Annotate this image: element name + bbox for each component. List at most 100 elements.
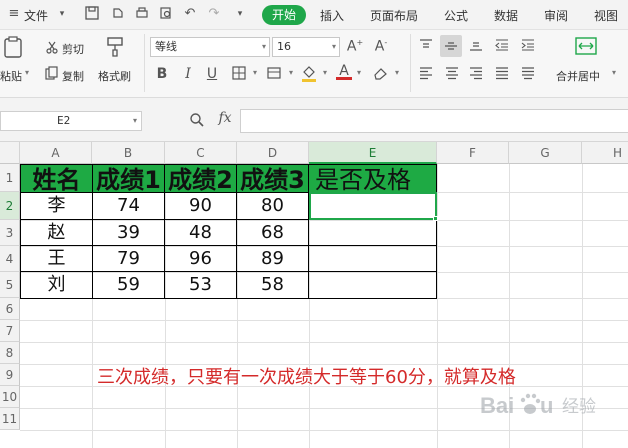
align-middle-icon[interactable] <box>440 35 462 57</box>
cell-b1[interactable]: 成绩1 <box>93 164 165 193</box>
undo-icon[interactable]: ↶ <box>182 6 198 22</box>
cell-a5[interactable]: 刘 <box>20 272 93 299</box>
cell-d3[interactable]: 68 <box>237 220 309 246</box>
cell-d1[interactable]: 成绩3 <box>237 164 309 193</box>
chevron-down-icon[interactable]: ▾ <box>262 38 266 56</box>
select-all-corner[interactable] <box>0 142 20 164</box>
chevron-down-icon[interactable]: ▾ <box>612 68 616 77</box>
cell-e5[interactable] <box>309 272 437 299</box>
column-header-e[interactable]: E <box>309 142 437 164</box>
chevron-down-icon[interactable]: ▾ <box>232 6 248 22</box>
increase-font-icon[interactable]: A+ <box>346 38 364 55</box>
copy-icon[interactable] <box>44 66 60 82</box>
print-icon[interactable] <box>134 6 150 22</box>
chevron-down-icon[interactable]: ▾ <box>250 68 260 77</box>
fill-color-icon[interactable] <box>300 64 318 84</box>
chevron-down-icon[interactable]: ▾ <box>286 68 296 77</box>
column-header-a[interactable]: A <box>20 142 92 164</box>
cell-style-icon[interactable] <box>266 66 282 82</box>
zoom-icon[interactable] <box>188 112 206 130</box>
distributed-align-icon[interactable] <box>520 66 536 82</box>
chevron-down-icon[interactable]: ▾ <box>133 112 137 130</box>
cell-b4[interactable]: 79 <box>93 246 165 272</box>
cell-d2[interactable]: 80 <box>237 193 309 220</box>
save-icon[interactable] <box>84 6 100 22</box>
decrease-font-icon[interactable]: A- <box>372 38 390 55</box>
align-left-icon[interactable] <box>418 66 434 82</box>
align-bottom-icon[interactable] <box>468 38 484 54</box>
name-box[interactable]: E2 ▾ <box>0 111 142 131</box>
row-header-4[interactable]: 4 <box>0 246 20 272</box>
cell-c2[interactable]: 90 <box>165 193 237 220</box>
cell-a1[interactable]: 姓名 <box>20 164 93 193</box>
print-preview-icon[interactable] <box>158 6 174 22</box>
cell-e1[interactable]: 是否及格 <box>309 164 437 193</box>
tab-page-layout[interactable]: 页面布局 <box>370 7 418 24</box>
column-header-c[interactable]: C <box>165 142 237 164</box>
column-header-h[interactable]: H <box>582 142 628 164</box>
merge-center-button[interactable]: 合并居中 <box>556 68 600 84</box>
fx-icon[interactable]: fx <box>214 110 236 126</box>
tab-home[interactable]: 开始 <box>262 5 306 25</box>
cell-d4[interactable]: 89 <box>237 246 309 272</box>
copy-button[interactable]: 复制 <box>62 68 84 84</box>
tab-formulas[interactable]: 公式 <box>444 7 468 24</box>
chevron-down-icon[interactable]: ▾ <box>354 68 364 77</box>
underline-icon[interactable]: U <box>204 66 220 82</box>
align-right-icon[interactable] <box>468 66 484 82</box>
row-header-6[interactable]: 6 <box>0 298 20 320</box>
row-header-8[interactable]: 8 <box>0 342 20 364</box>
cell-b2[interactable]: 74 <box>93 193 165 220</box>
tab-data[interactable]: 数据 <box>494 7 518 24</box>
align-center-icon[interactable] <box>444 66 460 82</box>
borders-icon[interactable] <box>230 66 248 82</box>
italic-icon[interactable]: I <box>180 66 196 82</box>
paste-icon[interactable] <box>2 36 24 60</box>
column-header-b[interactable]: B <box>92 142 165 164</box>
active-cell-selection[interactable] <box>309 192 437 220</box>
cut-button[interactable]: 剪切 <box>62 41 84 57</box>
row-header-5[interactable]: 5 <box>0 272 20 298</box>
row-header-9[interactable]: 9 <box>0 364 20 386</box>
cell-b3[interactable]: 39 <box>93 220 165 246</box>
cell-e3[interactable] <box>309 220 437 246</box>
row-header-2[interactable]: 2 <box>0 192 20 220</box>
cell-a3[interactable]: 赵 <box>20 220 93 246</box>
column-header-g[interactable]: G <box>509 142 582 164</box>
cell-a2[interactable]: 李 <box>20 193 93 220</box>
row-header-7[interactable]: 7 <box>0 320 20 342</box>
cell-e4[interactable] <box>309 246 437 272</box>
align-top-icon[interactable] <box>418 38 434 54</box>
cell-c1[interactable]: 成绩2 <box>165 164 237 193</box>
format-painter-button[interactable]: 格式刷 <box>98 68 131 84</box>
chevron-down-icon[interactable]: ▾ <box>25 68 29 77</box>
cell-c3[interactable]: 48 <box>165 220 237 246</box>
row-header-10[interactable]: 10 <box>0 386 20 408</box>
menu-file[interactable]: 文件 <box>24 7 48 24</box>
export-icon[interactable] <box>110 6 126 22</box>
chevron-down-icon[interactable]: ▾ <box>54 6 70 22</box>
redo-icon[interactable]: ↷ <box>206 6 222 22</box>
cell-c5[interactable]: 53 <box>165 272 237 299</box>
tab-insert[interactable]: 插入 <box>320 7 344 24</box>
increase-indent-icon[interactable] <box>520 38 536 54</box>
tab-review[interactable]: 审阅 <box>544 7 568 24</box>
cell-a4[interactable]: 王 <box>20 246 93 272</box>
justify-icon[interactable] <box>494 66 510 82</box>
chevron-down-icon[interactable]: ▾ <box>392 68 402 77</box>
font-color-icon[interactable]: A <box>336 63 352 83</box>
bold-icon[interactable]: B <box>154 66 170 82</box>
eraser-icon[interactable] <box>372 66 390 82</box>
font-name-select[interactable]: 等线 ▾ <box>150 37 270 57</box>
cell-c4[interactable]: 96 <box>165 246 237 272</box>
decrease-indent-icon[interactable] <box>494 38 510 54</box>
column-header-f[interactable]: F <box>437 142 509 164</box>
row-header-3[interactable]: 3 <box>0 220 20 246</box>
format-painter-icon[interactable] <box>104 36 126 60</box>
row-header-1[interactable]: 1 <box>0 164 20 192</box>
fill-handle[interactable] <box>433 216 438 221</box>
formula-input[interactable] <box>240 109 628 133</box>
tab-view[interactable]: 视图 <box>594 7 618 24</box>
font-size-select[interactable]: 16 ▾ <box>272 37 340 57</box>
merge-center-icon[interactable] <box>574 36 598 60</box>
